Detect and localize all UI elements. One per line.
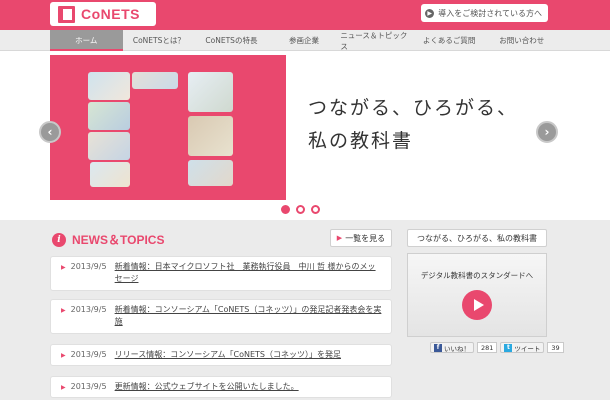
hero-tagline-line2: 私の教科書 — [308, 130, 414, 153]
slider-pagination — [281, 205, 320, 214]
tweet-button[interactable]: t ツイート — [500, 342, 545, 353]
news-item[interactable]: ▶ 2013/9/5 リリース情報：コンソーシアム「CoNETS（コネッツ）」を… — [50, 344, 392, 367]
news-link[interactable]: 新着情報：日本マイクロソフト社 業務執行役員 中川 哲 様からのメッセージ — [115, 261, 383, 286]
news-item[interactable]: ▶ 2013/9/5 新着情報：日本マイクロソフト社 業務執行役員 中川 哲 様… — [50, 256, 392, 291]
logo-text: CoNETS — [81, 6, 140, 22]
hero-photo-collage — [88, 72, 243, 187]
nav-item-news[interactable]: ニュース＆トピックス — [340, 30, 413, 51]
social-buttons: f いいね！ 281 t ツイート 39 — [430, 342, 564, 353]
play-icon[interactable] — [462, 290, 492, 320]
intro-link-button[interactable]: ▶ 導入をご検討されている方へ — [421, 4, 548, 22]
facebook-like-button[interactable]: f いいね！ — [430, 342, 474, 353]
news-link[interactable]: リリース情報：コンソーシアム「CoNETS（コネッツ）」を発足 — [115, 349, 341, 361]
triangle-right-icon: ▶ — [336, 234, 343, 242]
like-count: 281 — [477, 342, 498, 353]
logo-mark-icon — [58, 5, 75, 23]
next-slide-icon[interactable]: › — [536, 121, 558, 143]
news-date: 2013/9/5 — [70, 382, 107, 391]
news-date: 2013/9/5 — [70, 262, 107, 271]
news-date: 2013/9/5 — [70, 305, 107, 314]
news-link[interactable]: 更新情報：公式ウェブサイトを公開いたしました。 — [115, 381, 299, 393]
conets-logo[interactable]: CoNETS — [50, 2, 156, 26]
news-item[interactable]: ▶ 2013/9/5 新着情報：コンソーシアム「CoNETS（コネッツ）」の発足… — [50, 299, 392, 334]
slider-dot-2[interactable] — [296, 205, 305, 214]
hero-tagline: つながる、ひろがる、 私の教科書 — [308, 92, 518, 159]
tweet-count: 39 — [547, 342, 564, 353]
triangle-right-icon: ▶ — [61, 352, 66, 359]
global-nav: ホーム CoNETSとは？ CoNETSの特長 参画企業 ニュース＆トピックス … — [0, 30, 610, 52]
triangle-right-icon: ▶ — [61, 264, 66, 271]
slider-dot-1[interactable] — [281, 205, 290, 214]
news-date: 2013/9/5 — [70, 350, 107, 359]
news-link[interactable]: 新着情報：コンソーシアム「CoNETS（コネッツ）」の発足記者発表会を実施 — [115, 304, 383, 329]
tweet-label: ツイート — [514, 344, 541, 353]
intro-link-label: 導入をご検討されている方へ — [438, 8, 542, 18]
nav-item-contact[interactable]: お問い合わせ — [485, 30, 558, 51]
header-bar: CoNETS ▶ 導入をご検討されている方へ — [0, 0, 610, 30]
facebook-icon: f — [434, 343, 442, 352]
triangle-right-icon: ▶ — [61, 384, 66, 391]
like-label: いいね！ — [444, 344, 470, 353]
twitter-icon: t — [504, 343, 513, 352]
hero-tagline-line1: つながる、ひろがる、 — [308, 97, 519, 119]
nav-item-faq[interactable]: よくあるご質問 — [413, 30, 486, 51]
video-player[interactable]: デジタル教科書のスタンダードへ — [407, 253, 547, 337]
triangle-right-icon: ▶ — [61, 307, 66, 314]
slider-dot-3[interactable] — [311, 205, 320, 214]
arrow-right-icon: ▶ — [425, 8, 435, 18]
nav-item-partners[interactable]: 参画企業 — [268, 30, 341, 51]
info-icon: i — [52, 232, 66, 247]
news-more-label: 一覧を見る — [345, 233, 386, 243]
nav-item-features[interactable]: CoNETSの特長 — [195, 30, 268, 51]
news-heading: i NEWS＆TOPICS — [52, 231, 164, 248]
news-more-button[interactable]: ▶ 一覧を見る — [330, 229, 392, 247]
prev-slide-icon[interactable]: ‹ — [39, 121, 61, 143]
video-title: デジタル教科書のスタンダードへ — [420, 271, 534, 280]
video-tab[interactable]: つながる、ひろがる、私の教科書 — [407, 229, 547, 247]
nav-item-about[interactable]: CoNETSとは？ — [123, 30, 196, 51]
news-item[interactable]: ▶ 2013/9/5 更新情報：公式ウェブサイトを公開いたしました。 — [50, 376, 392, 399]
nav-item-home[interactable]: ホーム — [50, 30, 123, 52]
news-title: NEWS＆TOPICS — [72, 233, 165, 247]
